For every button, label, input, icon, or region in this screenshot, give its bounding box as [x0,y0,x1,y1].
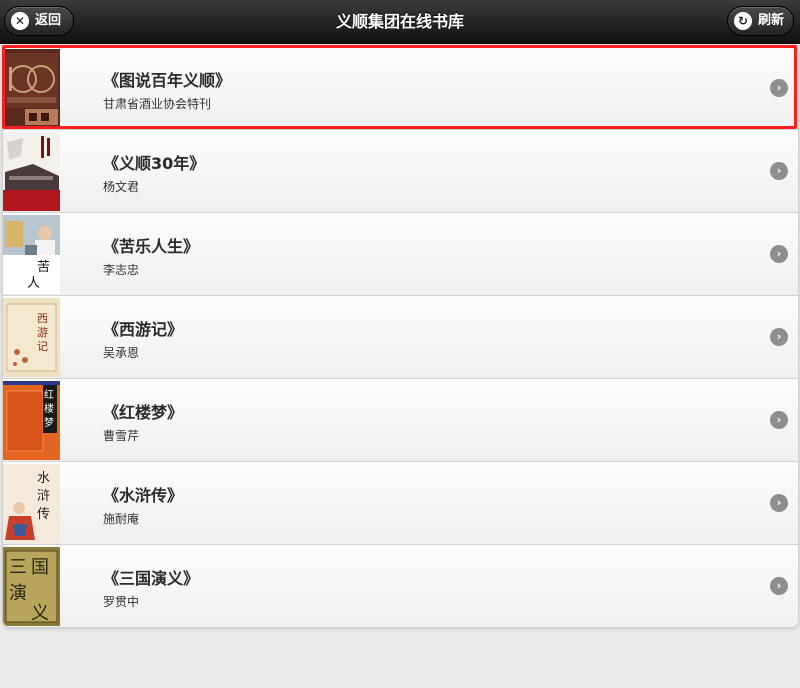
svg-text:人: 人 [27,276,40,291]
book-item[interactable]: 《图说百年义顺》 甘肃省酒业协会特刊 › [3,47,798,130]
page-title: 义顺集团在线书库 [335,12,464,31]
book-author: 施耐庵 [103,512,140,526]
book-author: 李志忠 [103,263,140,277]
book-title: 《三国演义》 [103,569,200,588]
svg-text:浒: 浒 [37,489,50,504]
svg-text:记: 记 [37,340,48,353]
svg-text:苦: 苦 [37,259,50,275]
svg-text:演: 演 [9,583,27,604]
chevron-right-icon: › [770,577,788,595]
svg-text:国: 国 [31,557,49,578]
book-list: 《图说百年义顺》 甘肃省酒业协会特刊 › 《义顺30年》 杨文君 › 苦 人 《… [2,46,799,628]
book-author: 罗贯中 [103,595,140,609]
svg-text:水: 水 [37,471,50,486]
book-title: 《苦乐人生》 [103,237,200,256]
svg-text:梦: 梦 [44,417,54,429]
book-author: 甘肃省酒业协会特刊 [103,97,212,111]
chevron-right-icon: › [770,494,788,512]
svg-text:传: 传 [37,507,50,522]
book-title: 《红楼梦》 [103,403,184,422]
book-cover-image: 水 浒 传 [3,464,60,543]
book-title: 《义顺30年》 [103,154,206,173]
refresh-label: 刷新 [758,13,785,28]
book-item[interactable]: 苦 人 《苦乐人生》 李志忠 › [3,213,798,296]
book-cover-image: 红 楼 梦 [3,381,60,460]
chevron-right-icon: › [770,79,788,97]
book-author: 杨文君 [103,180,140,194]
book-item[interactable]: 《义顺30年》 杨文君 › [3,130,798,213]
svg-text:红: 红 [44,388,54,401]
book-item[interactable]: 三 国 演 义 《三国演义》 罗贯中 › [3,545,798,627]
svg-text:楼: 楼 [44,402,54,415]
book-title: 《图说百年义顺》 [103,71,232,90]
chevron-right-icon: › [770,162,788,180]
refresh-icon: ↻ [734,12,752,30]
book-cover-image: 三 国 演 义 [3,547,60,626]
book-item[interactable]: 西 游 记 《西游记》 吴承恩 › [3,296,798,379]
svg-text:游: 游 [37,326,48,339]
book-item[interactable]: 水 浒 传 《水浒传》 施耐庵 › [3,462,798,545]
book-author: 吴承恩 [103,346,140,360]
book-title: 《水浒传》 [103,486,184,505]
chevron-right-icon: › [770,245,788,263]
svg-text:义: 义 [31,603,49,624]
book-cover-image: 西 游 记 [3,298,60,377]
chevron-right-icon: › [770,411,788,429]
book-title: 《西游记》 [103,320,184,339]
top-bar: ✕ 返回 义顺集团在线书库 ↻ 刷新 [0,0,800,44]
book-cover-image [3,132,60,211]
chevron-right-icon: › [770,328,788,346]
svg-text:西: 西 [37,312,48,325]
book-item[interactable]: 红 楼 梦 《红楼梦》 曹雪芹 › [3,379,798,462]
book-author: 曹雪芹 [103,429,140,443]
book-cover-image [3,49,60,128]
book-cover-image: 苦 人 [3,215,60,294]
svg-text:三: 三 [9,557,27,578]
refresh-button[interactable]: ↻ 刷新 [727,6,794,36]
